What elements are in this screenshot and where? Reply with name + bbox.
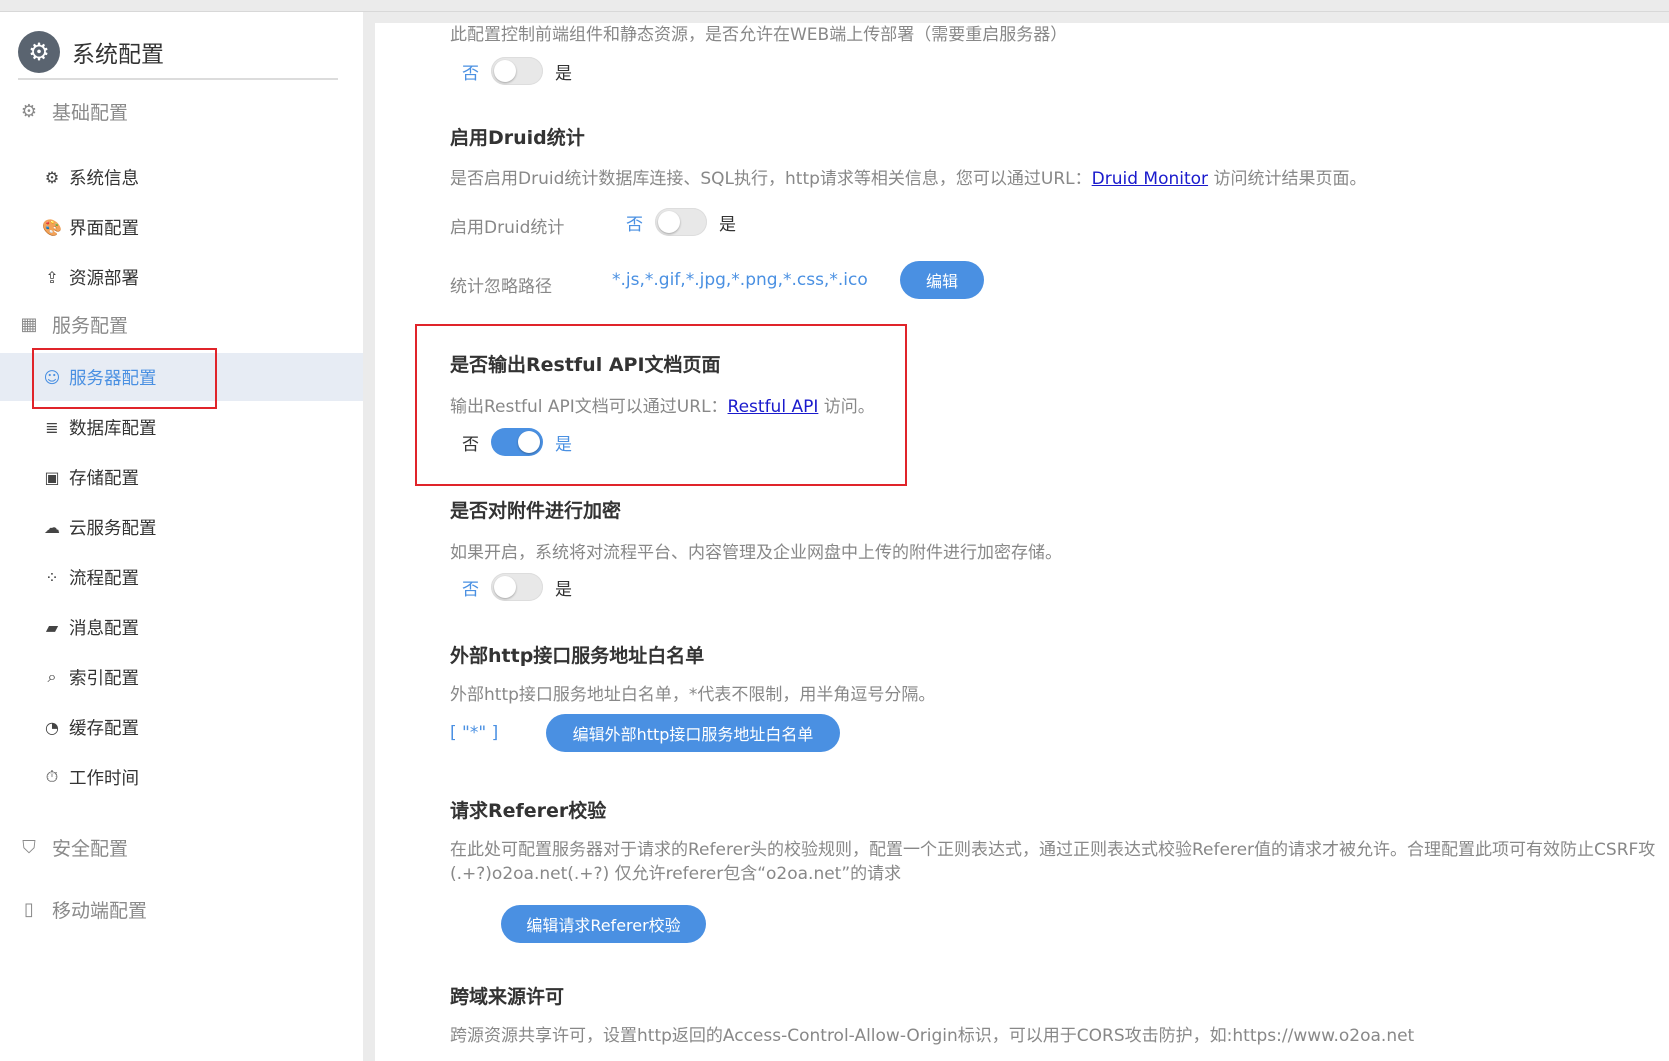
restful-desc-suffix: 访问。 <box>823 397 875 417</box>
highlight-box-sidebar <box>32 348 217 409</box>
sidebar-item-database-config[interactable]: ≣ 数据库配置 <box>0 403 363 451</box>
gear-icon: ⚙ <box>20 101 38 122</box>
sidebar-item-label: 系统信息 <box>69 168 139 189</box>
mobile-icon: ▯ <box>24 899 34 920</box>
cors-title: 跨域来源许可 <box>450 986 565 1008</box>
sidebar-item-label: 界面配置 <box>69 218 139 239</box>
cloud-icon: ☁ <box>44 517 60 537</box>
druid-desc-prefix: 是否启用Druid统计数据库连接、SQL执行，http请求等相关信息，您可以通过… <box>450 169 1092 189</box>
restful-desc-prefix: 输出Restful API文档可以通过URL： <box>450 397 728 417</box>
toggle-yes-label: 是 <box>555 434 572 455</box>
timer-icon: ⏱ <box>45 767 59 786</box>
group-label: 服务配置 <box>52 315 129 337</box>
toggle-yes-label: 是 <box>555 579 572 600</box>
sidebar-item-label: 资源部署 <box>69 268 139 289</box>
toggle-no-label: 否 <box>626 214 643 235</box>
toggle-no-label: 否 <box>462 579 479 600</box>
druid-toggle[interactable] <box>655 208 707 236</box>
sidebar-header: ⚙ 系统配置 <box>18 30 164 74</box>
druid-title: 启用Druid统计 <box>450 127 585 149</box>
palette-icon: 🎨 <box>42 217 62 237</box>
whitelist-value: [ "*" ] <box>450 723 499 743</box>
deploy-toggle[interactable] <box>491 57 543 85</box>
druid-ignore-label: 统计忽略路径 <box>450 277 552 297</box>
database-icon: ≣ <box>45 417 59 437</box>
pie-chart-icon: ◔ <box>45 717 59 737</box>
sidebar-item-flow-config[interactable]: ⁘ 流程配置 <box>0 553 363 601</box>
druid-desc-suffix: 访问统计结果页面。 <box>1213 169 1367 189</box>
encrypt-toggle-row: 否 是 <box>462 573 572 601</box>
referer-title: 请求Referer校验 <box>450 800 607 822</box>
search-icon: ⌕ <box>47 667 57 686</box>
sidebar-item-storage-config[interactable]: ▣ 存储配置 <box>0 453 363 501</box>
sidebar-item-system-info[interactable]: ⚙ 系统信息 <box>0 153 363 201</box>
druid-desc: 是否启用Druid统计数据库连接、SQL执行，http请求等相关信息，您可以通过… <box>450 164 1366 189</box>
sidebar-item-label: 缓存配置 <box>69 718 139 739</box>
druid-ignore-value: *.js,*.gif,*.jpg,*.png,*.css,*.ico <box>612 270 868 290</box>
sidebar-item-label: 索引配置 <box>69 668 139 689</box>
druid-toggle-row: 否 是 <box>626 208 736 236</box>
top-toggle-row: 否 是 <box>462 57 572 85</box>
encrypt-desc: 如果开启，系统将对流程平台、内容管理及企业网盘中上传的附件进行加密存储。 <box>450 543 1062 563</box>
sidebar-item-work-time[interactable]: ⏱ 工作时间 <box>0 753 363 801</box>
referer-desc-line1: 在此处可配置服务器对于请求的Referer头的校验规则，配置一个正则表达式，通过… <box>450 840 1656 860</box>
restful-desc: 输出Restful API文档可以通过URL：Restful API 访问。 <box>450 392 875 417</box>
flow-icon: ⁘ <box>45 567 59 587</box>
sidebar: ⚙ 系统配置 ⚙ 基础配置 ⚙ 系统信息 🎨 界面配置 ⇪ 资源部署 ▦ 服务配… <box>0 12 363 1061</box>
toggle-no-label: 否 <box>462 434 479 455</box>
referer-desc-line2: (.+?)o2oa.net(.+?) 仅允许referer包含“o2oa.net… <box>450 864 902 884</box>
sidebar-item-cache-config[interactable]: ◔ 缓存配置 <box>0 703 363 751</box>
sidebar-item-label: 消息配置 <box>69 618 139 639</box>
druid-toggle-label: 启用Druid统计 <box>450 218 565 238</box>
referer-edit-button[interactable]: 编辑请求Referer校验 <box>501 905 706 943</box>
cors-desc: 跨源资源共享许可，设置http返回的Access-Control-Allow-O… <box>450 1026 1415 1046</box>
top-section-desc: 此配置控制前端组件和静态资源，是否允许在WEB端上传部署（需要重启服务器） <box>450 25 1068 45</box>
restful-toggle-row: 否 是 <box>462 428 572 456</box>
toggle-yes-label: 是 <box>555 63 572 84</box>
group-label: 安全配置 <box>52 838 129 860</box>
sidebar-divider <box>18 78 338 80</box>
sidebar-item-label: 存储配置 <box>69 468 139 489</box>
whitelist-desc: 外部http接口服务地址白名单，*代表不限制，用半角逗号分隔。 <box>450 685 936 705</box>
archive-icon: ▣ <box>44 467 60 487</box>
group-mobile[interactable]: ▯ 移动端配置 <box>18 896 147 923</box>
upload-icon: ⇪ <box>45 267 59 287</box>
sidebar-item-label: 数据库配置 <box>69 418 157 439</box>
gear-icon: ⚙ <box>18 31 60 73</box>
message-icon: ▰ <box>45 617 59 637</box>
group-security[interactable]: ⛉ 安全配置 <box>18 834 128 861</box>
group-basic[interactable]: ⚙ 基础配置 <box>18 98 128 125</box>
sidebar-title: 系统配置 <box>72 42 164 68</box>
restful-api-link[interactable]: Restful API <box>728 397 819 417</box>
restful-toggle[interactable] <box>491 428 543 456</box>
encrypt-toggle[interactable] <box>491 573 543 601</box>
druid-monitor-link[interactable]: Druid Monitor <box>1092 169 1208 189</box>
sidebar-item-label: 云服务配置 <box>69 518 157 539</box>
whitelist-edit-button[interactable]: 编辑外部http接口服务地址白名单 <box>546 714 840 752</box>
group-label: 移动端配置 <box>52 900 148 922</box>
sidebar-item-resource-deploy[interactable]: ⇪ 资源部署 <box>0 253 363 301</box>
sidebar-item-index-config[interactable]: ⌕ 索引配置 <box>0 653 363 701</box>
server-icon: ▦ <box>20 314 38 335</box>
sidebar-item-cloud-config[interactable]: ☁ 云服务配置 <box>0 503 363 551</box>
toggle-yes-label: 是 <box>719 214 736 235</box>
encrypt-title: 是否对附件进行加密 <box>450 500 622 522</box>
gear-icon: ⚙ <box>44 167 60 187</box>
shield-icon: ⛉ <box>22 837 36 858</box>
restful-title: 是否输出Restful API文档页面 <box>450 354 721 376</box>
whitelist-title: 外部http接口服务地址白名单 <box>450 645 705 667</box>
sidebar-item-label: 流程配置 <box>69 568 139 589</box>
sidebar-item-ui-config[interactable]: 🎨 界面配置 <box>0 203 363 251</box>
sidebar-item-label: 工作时间 <box>69 768 139 789</box>
druid-edit-button[interactable]: 编辑 <box>900 261 984 299</box>
group-label: 基础配置 <box>52 102 129 124</box>
group-service[interactable]: ▦ 服务配置 <box>18 311 128 338</box>
toggle-no-label: 否 <box>462 63 479 84</box>
sidebar-item-message-config[interactable]: ▰ 消息配置 <box>0 603 363 651</box>
